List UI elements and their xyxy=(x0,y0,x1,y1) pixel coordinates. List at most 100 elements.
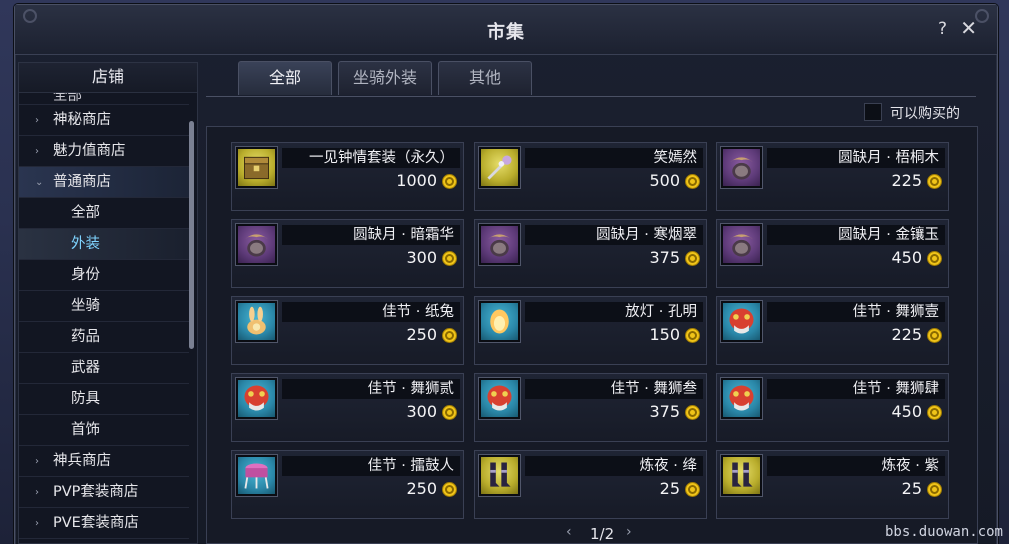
sidebar-subitem[interactable]: 全部 xyxy=(19,198,189,229)
sidebar-item-label: PVE套装商店 xyxy=(53,515,139,531)
tab-all[interactable]: 全部 xyxy=(238,61,332,95)
prev-page-button[interactable]: ‹ xyxy=(566,524,572,540)
crescent-mask-icon[interactable] xyxy=(721,224,762,265)
sidebar-subitem[interactable]: 坐骑 xyxy=(19,291,189,322)
gold-coin-icon xyxy=(685,251,700,266)
crescent-mask-icon[interactable] xyxy=(479,224,520,265)
item-card[interactable]: 圆缺月 · 金镶玉 450 xyxy=(716,219,949,288)
sidebar-scrollbar[interactable] xyxy=(189,121,194,349)
lion-mask-icon[interactable] xyxy=(236,378,277,419)
item-price: 300 xyxy=(406,248,437,267)
item-card[interactable]: 笑嫣然 500 xyxy=(474,142,707,211)
item-card[interactable]: 一见钟情套装（永久） 1000 xyxy=(231,142,464,211)
item-card[interactable]: 放灯 · 孔明 150 xyxy=(474,296,707,365)
gold-coin-icon xyxy=(927,174,942,189)
item-card[interactable]: 炼夜 · 紫 25 xyxy=(716,450,949,519)
item-name: 圆缺月 · 梧桐木 xyxy=(767,148,945,168)
sidebar-subitem[interactable]: 防具 xyxy=(19,384,189,415)
item-name: 一见钟情套装（永久） xyxy=(282,148,460,168)
tab-other[interactable]: 其他 xyxy=(438,61,532,95)
sidebar-item-cut[interactable]: 全部 xyxy=(19,93,189,105)
help-button[interactable]: ? xyxy=(938,19,947,39)
sidebar-item-label: 外装 xyxy=(71,236,100,252)
lion-mask-icon[interactable] xyxy=(721,301,762,342)
paper-rabbit-icon[interactable] xyxy=(236,301,277,342)
item-card[interactable]: 佳节 · 舞狮叁 375 xyxy=(474,373,707,442)
boots-icon[interactable] xyxy=(721,455,762,496)
item-card[interactable]: 炼夜 · 绛 25 xyxy=(474,450,707,519)
gold-coin-icon xyxy=(442,251,457,266)
item-price: 150 xyxy=(649,325,680,344)
gold-coin-icon xyxy=(927,405,942,420)
item-price: 450 xyxy=(891,402,922,421)
sidebar-category[interactable]: ⌄ 普通商店 xyxy=(19,167,189,198)
gold-coin-icon xyxy=(685,174,700,189)
crescent-mask-icon[interactable] xyxy=(721,147,762,188)
item-price: 375 xyxy=(649,402,680,421)
sidebar-item-label: 魅力值商店 xyxy=(53,143,126,159)
item-price: 225 xyxy=(891,171,922,190)
gold-coin-icon xyxy=(685,328,700,343)
item-card[interactable]: 佳节 · 擂鼓人 250 xyxy=(231,450,464,519)
item-price: 375 xyxy=(649,248,680,267)
item-card[interactable]: 佳节 · 纸兔 250 xyxy=(231,296,464,365)
next-page-button[interactable]: › xyxy=(626,524,632,540)
page-indicator: 1/2 xyxy=(590,525,615,543)
item-card[interactable]: 圆缺月 · 梧桐木 225 xyxy=(716,142,949,211)
shop-list[interactable]: 全部 › 神秘商店 › 魅力值商店 ⌄ 普通商店 全部 外装 身份 坐骑 药品 武器 防具 首饰 › 神兵商店… xyxy=(19,93,189,544)
affordable-checkbox[interactable] xyxy=(864,103,882,121)
affordable-label: 可以购买的 xyxy=(890,106,960,122)
item-card[interactable]: 佳节 · 舞狮贰 300 xyxy=(231,373,464,442)
sidebar-item-label: 普通商店 xyxy=(53,174,111,190)
sidebar-item-label: 全部 xyxy=(71,205,100,221)
sky-lantern-icon[interactable] xyxy=(479,301,520,342)
lion-mask-icon[interactable] xyxy=(479,378,520,419)
tab-mount-skins[interactable]: 坐骑外装 xyxy=(338,61,432,95)
item-name: 佳节 · 舞狮肆 xyxy=(767,379,945,399)
boots-icon[interactable] xyxy=(479,455,520,496)
gold-coin-icon xyxy=(685,405,700,420)
site-watermark: bbs.duowan.com xyxy=(884,524,1003,540)
item-name: 佳节 · 舞狮贰 xyxy=(282,379,460,399)
sidebar-category[interactable]: › PVE套装商店 xyxy=(19,508,189,539)
gold-coin-icon xyxy=(927,328,942,343)
sidebar-subitem[interactable]: 外装 xyxy=(19,229,189,260)
sidebar-subitem[interactable]: 武器 xyxy=(19,353,189,384)
item-name: 佳节 · 舞狮叁 xyxy=(525,379,703,399)
item-card[interactable]: 圆缺月 · 寒烟翠 375 xyxy=(474,219,707,288)
lion-mask-icon[interactable] xyxy=(721,378,762,419)
crescent-mask-icon[interactable] xyxy=(236,224,277,265)
gold-coin-icon xyxy=(442,482,457,497)
gold-coin-icon xyxy=(442,405,457,420)
item-name: 圆缺月 · 寒烟翠 xyxy=(525,225,703,245)
item-name: 炼夜 · 紫 xyxy=(767,456,945,476)
sidebar-subitem[interactable]: 药品 xyxy=(19,322,189,353)
sidebar-category[interactable]: › 神秘商店 xyxy=(19,105,189,136)
chest-icon[interactable] xyxy=(236,147,277,188)
sidebar-category[interactable]: › PVP套装商店 xyxy=(19,477,189,508)
sidebar-subitem[interactable]: 身份 xyxy=(19,260,189,291)
item-name: 佳节 · 纸兔 xyxy=(282,302,460,322)
item-name: 佳节 · 舞狮壹 xyxy=(767,302,945,322)
chevron-right-icon: › xyxy=(35,518,39,529)
item-name: 圆缺月 · 金镶玉 xyxy=(767,225,945,245)
close-button[interactable]: ✕ xyxy=(960,16,977,40)
sidebar-item-label: 首饰 xyxy=(71,422,100,438)
drum-icon[interactable] xyxy=(236,455,277,496)
item-price: 450 xyxy=(891,248,922,267)
sidebar-item-label: 神秘商店 xyxy=(53,112,111,128)
sidebar-subitem[interactable]: 首饰 xyxy=(19,415,189,446)
sidebar-category[interactable]: › 魅力值商店 xyxy=(19,136,189,167)
item-price: 25 xyxy=(901,479,922,498)
sidebar-category[interactable]: › 神兵商店 xyxy=(19,446,189,477)
gold-coin-icon xyxy=(685,482,700,497)
item-card[interactable]: 圆缺月 · 暗霜华 300 xyxy=(231,219,464,288)
gold-coin-icon xyxy=(927,482,942,497)
hairpin-icon[interactable] xyxy=(479,147,520,188)
pagination: ‹ 1/2 › xyxy=(560,524,650,544)
gold-coin-icon xyxy=(442,328,457,343)
sidebar-item-label: 坐骑 xyxy=(71,298,100,314)
item-card[interactable]: 佳节 · 舞狮壹 225 xyxy=(716,296,949,365)
item-card[interactable]: 佳节 · 舞狮肆 450 xyxy=(716,373,949,442)
sidebar-item-label: PVP套装商店 xyxy=(53,484,139,500)
